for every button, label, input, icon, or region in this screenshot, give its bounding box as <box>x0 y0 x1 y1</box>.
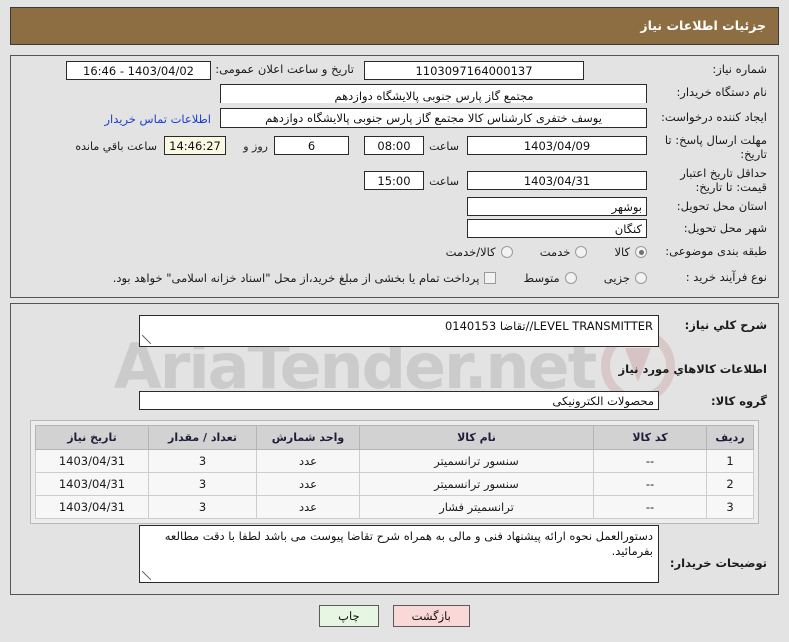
cell-date: 1403/04/31 <box>35 449 149 473</box>
col-unit: واحد شمارش <box>256 425 360 450</box>
goods-table: ردیف کد کالا نام کالا واحد شمارش تعداد /… <box>35 425 754 519</box>
cell-unit: عدد <box>256 449 360 473</box>
cell-qty: 3 <box>148 449 257 473</box>
cell-qty: 3 <box>148 495 257 519</box>
cell-index: 1 <box>706 449 754 473</box>
col-code: کد کالا <box>593 425 707 450</box>
cell-date: 1403/04/31 <box>35 472 149 496</box>
buyer-org-value: مجتمع گاز پارس جنوبی پالایشگاه دوازدهم <box>334 89 534 103</box>
cell-name: سنسور ترانسمیتر <box>359 449 594 473</box>
page-root: AriaTender.net جزئیات اطلاعات نیاز شماره… <box>0 0 789 642</box>
table-header-row: ردیف کد کالا نام کالا واحد شمارش تعداد /… <box>35 425 754 450</box>
cell-index: 2 <box>706 472 754 496</box>
cell-name: سنسور ترانسمیتر <box>359 472 594 496</box>
page-title: جزئیات اطلاعات نیاز <box>640 18 766 33</box>
cell-unit: عدد <box>256 472 360 496</box>
col-name: نام کالا <box>359 425 594 450</box>
table-row: 1 -- سنسور ترانسمیتر عدد 3 1403/04/31 <box>35 449 754 473</box>
table-row: 3 -- ترانسمیتر فشار عدد 3 1403/04/31 <box>35 495 754 519</box>
cell-date: 1403/04/31 <box>35 495 149 519</box>
cell-unit: عدد <box>256 495 360 519</box>
cell-code: -- <box>593 472 707 496</box>
cell-index: 3 <box>706 495 754 519</box>
col-qty: تعداد / مقدار <box>148 425 257 450</box>
page-header-bar: جزئیات اطلاعات نیاز <box>10 7 779 45</box>
print-button[interactable]: چاپ <box>319 605 379 627</box>
table-row: 2 -- سنسور ترانسمیتر عدد 3 1403/04/31 <box>35 472 754 496</box>
goods-table-container: ردیف کد کالا نام کالا واحد شمارش تعداد /… <box>30 420 759 524</box>
cell-qty: 3 <box>148 472 257 496</box>
back-button[interactable]: بازگشت <box>392 605 470 627</box>
cell-code: -- <box>593 449 707 473</box>
col-date: تاریخ نیاز <box>35 425 149 450</box>
col-index: ردیف <box>706 425 754 450</box>
cell-code: -- <box>593 495 707 519</box>
footer-button-bar: بازگشت چاپ <box>0 605 789 627</box>
cell-name: ترانسمیتر فشار <box>359 495 594 519</box>
